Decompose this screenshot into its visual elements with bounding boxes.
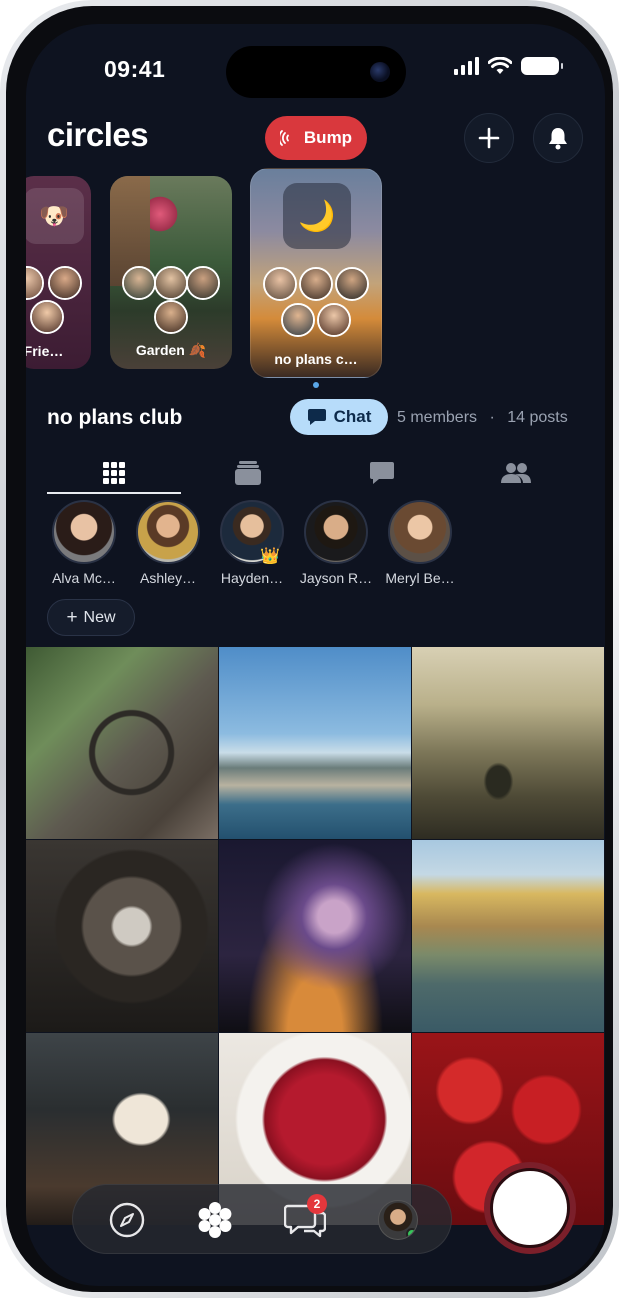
tab-grid[interactable]: [47, 452, 181, 494]
circle-card-label: no plans c…: [274, 351, 358, 367]
photo-hiker-mountains[interactable]: [412, 647, 604, 839]
new-post-button[interactable]: + New: [47, 599, 135, 636]
photo-husky-dog[interactable]: [26, 840, 218, 1032]
capture-button[interactable]: [484, 1162, 576, 1254]
nav-messages[interactable]: 2: [283, 1194, 327, 1242]
member-avatar: [263, 267, 297, 301]
chat-button[interactable]: Chat: [290, 399, 388, 435]
circle-card-no-plans[interactable]: 🌙 no plans c…: [250, 168, 382, 378]
avatar: [136, 500, 200, 564]
member-alva[interactable]: Alva Mc…: [44, 500, 124, 586]
circle-card-label: y Frie…: [26, 343, 64, 359]
posts-count: 14 posts: [507, 409, 568, 426]
bump-label: Bump: [303, 128, 353, 147]
online-status-dot: [406, 1228, 417, 1239]
member-avatar: [26, 266, 44, 300]
view-tabs: [47, 452, 584, 494]
member-meryl[interactable]: Meryl Be…: [380, 500, 460, 586]
member-name: Ashley…: [139, 570, 197, 586]
tab-messages[interactable]: [315, 452, 449, 494]
member-avatar: [30, 300, 64, 334]
avatar: [388, 500, 452, 564]
bottom-nav: 2: [72, 1184, 452, 1254]
circle-card-garden[interactable]: Garden 🍂: [110, 176, 232, 369]
dynamic-island: [226, 46, 406, 98]
stack-icon: [235, 461, 261, 485]
status-time: 09:41: [104, 56, 166, 82]
phone-bezel: 09:41 circles Bump 🐶 Frie… Garden 🍂 🌙 no…: [6, 6, 613, 1292]
circle-card-label: Garden 🍂: [135, 342, 207, 358]
battery-icon: [521, 57, 563, 75]
member-avatar: [154, 300, 188, 334]
member-avatar: [48, 266, 82, 300]
nav-circles[interactable]: [193, 1198, 237, 1242]
crown-icon: 👑: [260, 548, 280, 565]
unread-badge: 2: [307, 1194, 327, 1214]
chat-bubble-icon: [307, 409, 326, 425]
member-avatar: [154, 266, 188, 300]
grid-icon: [103, 462, 125, 484]
new-label: New: [83, 608, 116, 626]
member-avatar: [299, 267, 333, 301]
member-avatar: [317, 303, 351, 337]
circle-card-friends[interactable]: 🐶 y Frie…: [26, 176, 91, 369]
photo-milky-way[interactable]: [219, 840, 411, 1032]
member-name: Meryl Be…: [385, 570, 455, 586]
member-name: Hayden…: [220, 570, 284, 586]
people-icon: [501, 463, 531, 483]
avatar: [304, 500, 368, 564]
nav-explore[interactable]: [105, 1198, 149, 1242]
add-circle-button[interactable]: [464, 113, 514, 163]
wifi-icon: [488, 57, 512, 74]
member-ashley[interactable]: Ashley…: [128, 500, 208, 586]
member-avatar: [186, 266, 220, 300]
avatar: [52, 500, 116, 564]
nav-profile[interactable]: [376, 1198, 420, 1242]
member-name: Jayson R…: [299, 570, 373, 586]
photo-canal-town[interactable]: [412, 840, 604, 1032]
member-avatar: [335, 267, 369, 301]
chat-label: Chat: [333, 407, 372, 426]
compass-icon: [109, 1202, 145, 1238]
member-name: Alva Mc…: [52, 570, 116, 586]
broadcast-icon: [279, 130, 289, 146]
status-icons: [454, 57, 563, 75]
photo-vintage-car-interior[interactable]: [26, 647, 218, 839]
avatar: [378, 1200, 418, 1240]
stats-separator: ·: [489, 409, 495, 426]
plus-icon: [478, 127, 500, 149]
tab-members[interactable]: [449, 452, 583, 494]
notifications-button[interactable]: [533, 113, 583, 163]
carousel-page-indicator: [313, 382, 319, 388]
message-icon: [370, 462, 394, 484]
app-screen: 09:41 circles Bump 🐶 Frie… Garden 🍂 🌙 no…: [26, 24, 605, 1286]
member-jayson[interactable]: Jayson R…: [296, 500, 376, 586]
photo-coastline[interactable]: [219, 647, 411, 839]
plus-icon: +: [66, 607, 78, 628]
circle-card-emoji: 🐶: [26, 188, 84, 244]
member-avatar: [281, 303, 315, 337]
circle-stats: 5 members · 14 posts: [397, 409, 568, 427]
bell-icon: [549, 128, 567, 150]
bump-button[interactable]: Bump: [265, 116, 367, 160]
tab-albums[interactable]: [181, 452, 315, 494]
front-camera: [370, 62, 390, 82]
circle-title: no plans club: [47, 406, 183, 429]
circle-card-emoji: 🌙: [283, 183, 351, 249]
circles-flower-icon: [198, 1202, 232, 1238]
member-avatar: [122, 266, 156, 300]
app-logo: circles: [47, 116, 149, 153]
member-hayden[interactable]: 👑 Hayden…: [212, 500, 292, 586]
capture-button-inner: [490, 1168, 570, 1248]
active-tab-indicator: [47, 492, 181, 494]
members-count[interactable]: 5 members: [397, 409, 477, 426]
phone-frame: 09:41 circles Bump 🐶 Frie… Garden 🍂 🌙 no…: [0, 0, 619, 1298]
cellular-signal-icon: [454, 57, 479, 75]
